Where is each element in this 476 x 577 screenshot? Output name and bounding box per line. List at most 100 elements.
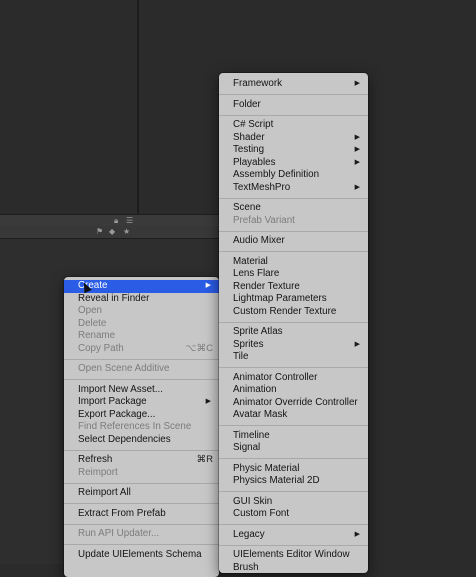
menu-item-label: Render Texture <box>233 280 300 292</box>
menu-item-playables[interactable]: Playables ▶ <box>219 157 368 170</box>
menu-item-animator-override-controller[interactable]: Animator Override Controller <box>219 397 368 410</box>
menu-item-animation[interactable]: Animation <box>219 384 368 397</box>
menu-item-avatar-mask[interactable]: Avatar Mask <box>219 409 368 422</box>
menu-item-testing[interactable]: Testing ▶ <box>219 144 368 157</box>
menu-item-open: Open <box>64 305 219 318</box>
submenu-arrow-icon: ▶ <box>205 398 211 405</box>
menu-item-textmeshpro[interactable]: TextMeshPro ▶ <box>219 182 368 195</box>
menu-item-label: Open <box>78 305 102 316</box>
menu-separator <box>219 94 368 95</box>
menu-item-label: Material <box>233 255 268 267</box>
menu-item-label: Update UIElements Schema <box>78 548 202 560</box>
menu-item-copy-path: Copy Path ⌥⌘C <box>64 343 219 356</box>
tag-icon[interactable]: ◆ <box>109 227 115 237</box>
menu-separator <box>219 251 368 252</box>
menu-item-signal[interactable]: Signal <box>219 442 368 455</box>
lock-icon[interactable]: 🔒︎ <box>114 216 118 226</box>
submenu-arrow-icon: ▶ <box>354 158 360 166</box>
menu-item-gui-skin[interactable]: GUI Skin <box>219 496 368 509</box>
submenu-arrow-icon: ▶ <box>354 133 360 141</box>
menu-item-sprites[interactable]: Sprites ▶ <box>219 339 368 352</box>
menu-item-label: Export Package... <box>78 408 156 420</box>
menu-item-material[interactable]: Material <box>219 256 368 269</box>
menu-item-open-scene-additive: Open Scene Additive <box>64 363 219 376</box>
menu-item-label: Animator Controller <box>233 371 318 383</box>
submenu-arrow-icon: ▶ <box>354 183 360 191</box>
menu-item-extract-from-prefab[interactable]: Extract From Prefab <box>64 508 219 521</box>
menu-item-label: Framework <box>233 78 282 89</box>
menu-item-custom-render-texture[interactable]: Custom Render Texture <box>219 306 368 319</box>
menu-item-reimport-all[interactable]: Reimport All <box>64 487 219 500</box>
menu-separator <box>219 230 368 232</box>
menu-separator <box>64 482 219 484</box>
menu-item-physic-material[interactable]: Physic Material <box>219 463 368 476</box>
menu-item-tile[interactable]: Tile <box>219 351 368 364</box>
menu-item-animator-controller[interactable]: Animator Controller <box>219 372 368 385</box>
menu-item-select-dependencies[interactable]: Select Dependencies <box>64 434 219 447</box>
menu-separator <box>64 449 219 451</box>
menu-item-render-texture[interactable]: Render Texture <box>219 281 368 294</box>
menu-item-shortcut: ⌥⌘C <box>185 342 213 354</box>
submenu-arrow-icon: ▶ <box>354 340 360 348</box>
menu-item-label: Signal <box>233 442 261 453</box>
menu-item-label: Copy Path <box>78 342 124 354</box>
menu-item-c-script[interactable]: C# Script <box>219 119 368 132</box>
menu-item-lens-flare[interactable]: Lens Flare <box>219 268 368 281</box>
menu-item-lightmap-parameters[interactable]: Lightmap Parameters <box>219 293 368 306</box>
menu-item-brush[interactable]: Brush <box>219 562 368 574</box>
menu-icon[interactable]: ☰ <box>126 216 133 226</box>
menu-item-label: Physic Material <box>233 462 300 474</box>
menu-item-label: Rename <box>78 330 116 341</box>
menu-item-label: Sprite Atlas <box>233 326 283 337</box>
menu-item-refresh[interactable]: Refresh ⌘R <box>64 454 219 467</box>
menu-item-legacy[interactable]: Legacy ▶ <box>219 529 368 542</box>
menu-item-folder[interactable]: Folder <box>219 99 368 112</box>
menu-item-label: Brush <box>233 561 259 573</box>
menu-item-label: Select Dependencies <box>78 433 171 445</box>
label-icon[interactable]: ⚑ <box>96 227 103 237</box>
menu-separator <box>219 544 368 546</box>
menu-item-framework[interactable]: Framework ▶ <box>219 78 368 91</box>
menu-separator <box>219 367 368 368</box>
menu-item-import-package[interactable]: Import Package ▶ <box>64 396 219 409</box>
menu-item-label: Lightmap Parameters <box>233 293 327 304</box>
menu-item-label: Legacy <box>233 528 265 540</box>
menu-item-scene[interactable]: Scene <box>219 202 368 215</box>
menu-item-label: Reveal in Finder <box>78 292 150 304</box>
menu-item-import-new-asset[interactable]: Import New Asset... <box>64 384 219 397</box>
submenu-arrow-icon: ▶ <box>354 80 360 87</box>
menu-item-reveal-in-finder[interactable]: Reveal in Finder <box>64 293 219 306</box>
menu-separator <box>64 523 219 525</box>
submenu-arrow-icon: ▶ <box>354 530 360 538</box>
menu-item-reimport: Reimport <box>64 467 219 480</box>
menu-item-rename: Rename <box>64 330 219 343</box>
menu-separator <box>219 458 368 459</box>
menu-item-label: TextMeshPro <box>233 181 291 193</box>
menu-item-export-package[interactable]: Export Package... <box>64 409 219 422</box>
menu-item-shader[interactable]: Shader ▶ <box>219 132 368 145</box>
menu-separator <box>219 425 368 426</box>
submenu-arrow-icon: ▶ <box>205 282 211 289</box>
menu-item-custom-font[interactable]: Custom Font <box>219 508 368 521</box>
menu-item-label: Open Scene Additive <box>78 363 170 374</box>
menu-item-label: Folder <box>233 98 261 110</box>
menu-item-update-uielements-schema[interactable]: Update UIElements Schema <box>64 549 219 562</box>
menu-separator <box>219 491 368 492</box>
menu-item-uielements-editor-window[interactable]: UIElements Editor Window <box>219 549 368 562</box>
menu-item-audio-mixer[interactable]: Audio Mixer <box>219 235 368 248</box>
menu-item-label: Refresh <box>78 454 113 465</box>
menu-item-timeline[interactable]: Timeline <box>219 430 368 443</box>
menu-item-label: Run API Updater... <box>78 528 160 539</box>
menu-item-label: Custom Render Texture <box>233 305 337 317</box>
menu-item-physics-material-2d[interactable]: Physics Material 2D <box>219 475 368 488</box>
menu-separator <box>219 197 368 199</box>
menu-item-label: Import Package <box>78 396 147 407</box>
menu-item-label: C# Script <box>233 119 274 130</box>
create-submenu: Framework ▶ Folder C# Script Shader ▶ Testing ▶… <box>219 73 368 573</box>
panel-divider[interactable] <box>137 0 139 214</box>
menu-item-label: Sprites <box>233 338 264 350</box>
context-menu: Create ▶ Reveal in Finder Open Delete Rename C… <box>64 277 219 577</box>
menu-item-sprite-atlas[interactable]: Sprite Atlas <box>219 326 368 339</box>
menu-item-assembly-definition[interactable]: Assembly Definition <box>219 169 368 182</box>
star-icon[interactable]: ★ <box>123 227 130 237</box>
